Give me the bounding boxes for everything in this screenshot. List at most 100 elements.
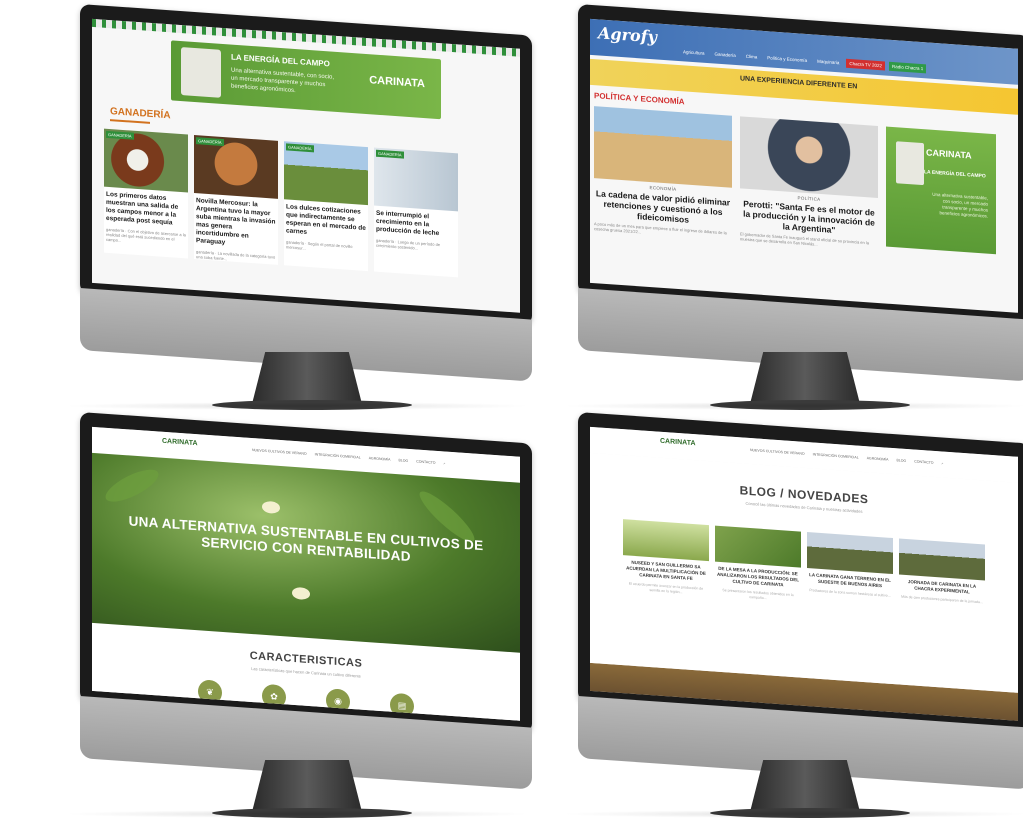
blog-post[interactable]: DE LA MESA A LA PRODUCCIÓN: SE ANALIZARO… [715, 525, 801, 604]
news-title[interactable]: Los dulces cotizaciones que indirectamen… [286, 203, 366, 241]
floor-shadow [560, 810, 1023, 818]
post-title[interactable]: NUSEED Y SAN GUILLERMO SA ACUERDAN LA MU… [623, 559, 709, 583]
section-heading[interactable]: GANADERÍA [110, 106, 171, 124]
monitor-bezel: LA ENERGÍA DEL CAMPO Una alternativa sus… [80, 4, 532, 326]
post-title[interactable]: JORNADA DE CARINATA EN LA CHACRA EXPERIM… [899, 578, 985, 596]
imac-ganaderia: LA ENERGÍA DEL CAMPO Una alternativa sus… [62, 4, 532, 414]
menu-item[interactable]: CONTACTO [416, 460, 435, 465]
category-tag: GANADERÍA [286, 143, 314, 153]
blog-post[interactable]: NUSEED Y SAN GUILLERMO SA ACUERDAN LA MU… [623, 519, 709, 597]
carinata-logo[interactable]: CARINATA [660, 438, 696, 447]
menu-item[interactable]: BLOG [896, 458, 906, 463]
monitor-stand [750, 352, 860, 404]
news-excerpt: ganadería · Según el portal de novillo m… [286, 239, 353, 251]
news-title[interactable]: Se interrumpió el crecimiento en la prod… [376, 210, 456, 240]
main-menu: NUEVOS CULTIVOS DE VERANO INTEGRACIÓN CO… [252, 448, 446, 466]
post-excerpt: Productores de la zona suman hectáreas a… [809, 588, 891, 598]
mockup-stage: LA ENERGÍA DEL CAMPO Una alternativa sus… [0, 0, 1023, 823]
news-excerpt: ganadería · La novillada de la categoría… [196, 249, 276, 262]
articles-grid: ECONOMÍA La cadena de valor pidió elimin… [594, 106, 1018, 261]
category-tag: GANADERÍA [376, 149, 404, 159]
side-ad-brand: CARINATA [926, 147, 972, 161]
news-excerpt: ganadería · Luego de un período de creci… [376, 237, 441, 251]
banner-brand: CARINATA [369, 74, 425, 91]
article-card[interactable]: ECONOMÍA La cadena de valor pidió elimin… [594, 106, 732, 241]
carinata-banner-ad[interactable]: LA ENERGÍA DEL CAMPO Una alternativa sus… [171, 40, 441, 120]
seed-bag-image [181, 47, 221, 98]
floor-shadow [62, 810, 532, 818]
imac-carinata-blog: CARINATA NUEVOS CULTIVOS DE VERANO INTEG… [560, 412, 1023, 822]
imac-politica: Agrofy Agricultura Ganadería Clima Polít… [560, 4, 1023, 414]
article-card[interactable]: POLÍTICA Perotti: "Santa Fe es el motor … [740, 116, 878, 251]
screen-ganaderia: LA ENERGÍA DEL CAMPO Una alternativa sus… [92, 18, 520, 313]
leaf-icon[interactable]: ❦ [198, 679, 222, 705]
search-icon[interactable]: ⌕ [942, 461, 944, 465]
screen-carinata-home: CARINATA NUEVOS CULTIVOS DE VERANO INTEG… [92, 426, 520, 721]
banner-title: LA ENERGÍA DEL CAMPO [231, 52, 330, 69]
seed-icon[interactable]: ◉ [326, 688, 350, 714]
monitor-stand [252, 352, 362, 404]
monitor-bezel: CARINATA NUEVOS CULTIVOS DE VERANO INTEG… [578, 412, 1023, 734]
carinata-side-ad[interactable]: CARINATA LA ENERGÍA DEL CAMPO Una altern… [886, 126, 996, 255]
search-icon[interactable]: ⌕ [444, 461, 446, 465]
screen-politica: Agrofy Agricultura Ganadería Clima Polít… [590, 18, 1018, 313]
leaf-decoration [101, 463, 163, 508]
blog-posts: NUSEED Y SAN GUILLERMO SA ACUERDAN LA MU… [590, 517, 1018, 619]
post-photo[interactable] [623, 519, 709, 562]
post-photo[interactable] [807, 532, 893, 575]
carinata-logo[interactable]: CARINATA [162, 438, 198, 447]
menu-item[interactable]: AGRONOMÍA [369, 456, 391, 462]
sprout-icon[interactable]: ✿ [262, 683, 286, 710]
flower-decoration [262, 500, 280, 514]
nav-item-radio[interactable]: Radio Chacra 1 [889, 61, 927, 74]
menu-item[interactable]: INTEGRACIÓN COMERCIAL [315, 452, 361, 459]
screen-carinata-blog: CARINATA NUEVOS CULTIVOS DE VERANO INTEG… [590, 426, 1018, 721]
monitor-stand [750, 760, 860, 812]
news-title[interactable]: Los primeros datos muestran una salida d… [106, 191, 186, 229]
side-ad-description: Una alternativa sustentable, con socio, … [932, 191, 988, 219]
nav-item[interactable]: Maquinaria [814, 57, 842, 68]
news-photo[interactable]: GANADERÍA [104, 128, 188, 193]
menu-item[interactable]: NUEVOS CULTIVOS DE VERANO [750, 448, 805, 456]
news-photo[interactable]: GANADERÍA [374, 147, 458, 212]
nav-item-highlight[interactable]: Chacra TV 2022 [846, 58, 886, 71]
nav-item[interactable]: Política y Economía [764, 53, 810, 65]
article-photo[interactable] [594, 106, 732, 188]
monitor-stand [252, 760, 362, 812]
news-photo[interactable]: GANADERÍA [194, 134, 278, 199]
floor-shadow [560, 402, 1023, 410]
main-menu: NUEVOS CULTIVOS DE VERANO INTEGRACIÓN CO… [750, 448, 944, 466]
post-title[interactable]: DE LA MESA A LA PRODUCCIÓN: SE ANALIZARO… [715, 566, 801, 590]
menu-item[interactable]: NUEVOS CULTIVOS DE VERANO [252, 448, 307, 456]
chart-icon[interactable]: ▤ [390, 692, 414, 719]
blog-post[interactable]: LA CARINATA GANA TERRENO EN EL SUDESTE D… [807, 532, 893, 610]
news-card[interactable]: GANADERÍA Novilla Mercosur: la Argentina… [194, 134, 278, 265]
post-photo[interactable] [715, 525, 801, 568]
news-excerpt: ganadería · Con el objetivo de acercarse… [106, 226, 186, 243]
nav-item[interactable]: Agricultura [680, 47, 708, 58]
post-excerpt: El acuerdo permite avanzar en la producc… [628, 581, 704, 595]
post-title[interactable]: LA CARINATA GANA TERRENO EN EL SUDESTE D… [807, 572, 893, 590]
post-photo[interactable] [899, 538, 985, 581]
menu-item[interactable]: AGRONOMÍA [867, 456, 889, 462]
news-card[interactable]: GANADERÍA Se interrumpió el crecimiento … [374, 147, 458, 278]
news-title[interactable]: Novilla Mercosur: la Argentina tuvo la m… [196, 197, 276, 251]
banner-subtitle: Una alternativa sustentable, con socio, … [231, 67, 335, 95]
menu-item[interactable]: INTEGRACIÓN COMERCIAL [813, 452, 859, 459]
nav-item[interactable]: Clima [743, 52, 761, 62]
article-photo[interactable] [740, 116, 878, 198]
nav-item[interactable]: Ganadería [712, 49, 739, 60]
ad-text: UNA EXPERIENCIA DIFERENTE EN [740, 75, 858, 91]
site-logo[interactable]: Agrofy [598, 23, 657, 46]
news-card[interactable]: GANADERÍA Los dulces cotizaciones que in… [284, 141, 368, 272]
news-card[interactable]: GANADERÍA Los primeros datos muestran un… [104, 128, 188, 259]
monitor-bezel: CARINATA NUEVOS CULTIVOS DE VERANO INTEG… [80, 412, 532, 734]
news-photo[interactable]: GANADERÍA [284, 141, 368, 206]
seed-bag-image [896, 141, 924, 186]
post-excerpt: Más de cien productores participaron de … [901, 594, 983, 605]
menu-item[interactable]: BLOG [398, 458, 408, 463]
menu-item[interactable]: CONTACTO [914, 460, 933, 465]
floor-shadow [62, 402, 532, 410]
blog-post[interactable]: JORNADA DE CARINATA EN LA CHACRA EXPERIM… [899, 538, 985, 616]
blog-body: BLOG / NOVEDADES Conocé las últimas nove… [590, 452, 1018, 693]
